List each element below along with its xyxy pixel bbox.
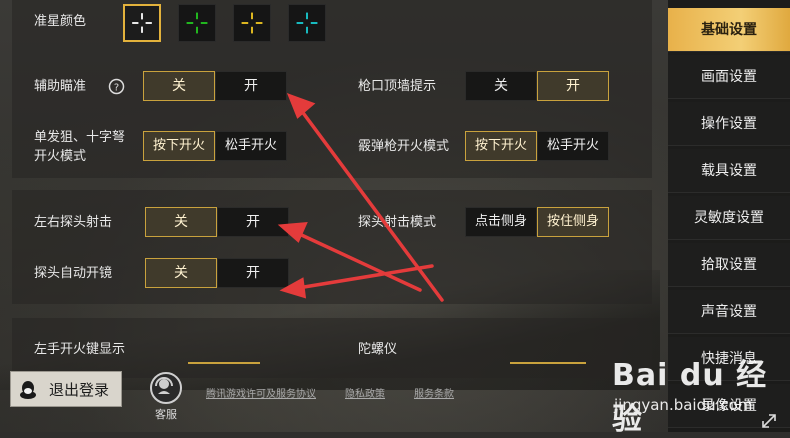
sidebar-item-graphics[interactable]: 画面设置	[668, 55, 790, 99]
peek-scope-label: 探头自动开镜	[34, 266, 113, 281]
left-fire-label: 左手开火键显示	[34, 342, 126, 357]
sniper-release-fire-button[interactable]: 松手开火	[215, 131, 287, 161]
peek-mode-toggle: 点击侧身 按住侧身	[465, 207, 609, 237]
peek-tap-lean-button[interactable]: 点击侧身	[465, 207, 537, 237]
sidebar-item-vehicle[interactable]: 载具设置	[668, 149, 790, 193]
aim-assist-toggle: 关 开	[143, 71, 287, 101]
watermark-sub-text: jingyan.baidu.com	[614, 396, 753, 414]
shotgun-fire-label: 霰弹枪开火模式	[358, 139, 450, 154]
aim-assist-label: 辅助瞄准	[34, 79, 87, 94]
customer-service-label: 客服	[155, 408, 177, 421]
peek-fire-toggle: 关 开	[145, 207, 289, 237]
crosshair-icon	[186, 12, 208, 34]
logout-label: 退出登录	[49, 381, 110, 399]
shotgun-release-fire-button[interactable]: 松手开火	[537, 131, 609, 161]
crosshair-color-white[interactable]	[123, 4, 161, 42]
sidebar-item-sound[interactable]: 声音设置	[668, 290, 790, 334]
crosshair-icon	[132, 13, 152, 33]
peek-fire-label: 左右探头射击	[34, 215, 113, 230]
sidebar-item-sensitivity[interactable]: 灵敏度设置	[668, 196, 790, 240]
customer-service-button[interactable]: 客服	[144, 372, 188, 421]
terms-link[interactable]: 服务条款	[414, 385, 454, 400]
peek-hold-lean-button[interactable]: 按住侧身	[537, 207, 609, 237]
crosshair-color-label: 准星颜色	[34, 14, 87, 29]
crosshair-icon	[296, 12, 318, 34]
peek-fire-on-button[interactable]: 开	[217, 207, 289, 237]
sidebar-item-basic[interactable]: 基础设置	[668, 8, 790, 52]
sidebar-item-controls[interactable]: 操作设置	[668, 102, 790, 146]
peek-scope-toggle: 关 开	[145, 258, 289, 288]
sidebar-item-pickup[interactable]: 拾取设置	[668, 243, 790, 287]
crosshair-color-yellow[interactable]	[233, 4, 271, 42]
watermark-main-text: Bai du 经验	[612, 358, 768, 437]
gyro-toggle-edge[interactable]	[510, 362, 586, 364]
shotgun-press-fire-button[interactable]: 按下开火	[465, 131, 537, 161]
qq-penguin-icon	[20, 381, 36, 399]
sniper-fire-toggle: 按下开火 松手开火	[143, 131, 287, 161]
sniper-press-fire-button[interactable]: 按下开火	[143, 131, 215, 161]
headset-icon	[150, 372, 182, 404]
privacy-link[interactable]: 隐私政策	[345, 385, 385, 400]
peek-mode-label: 探头射击模式	[358, 215, 437, 230]
aim-assist-on-button[interactable]: 开	[215, 71, 287, 101]
baidu-watermark: Bai du 经验 jingyan.baidu.com	[612, 350, 782, 437]
crosshair-icon	[241, 12, 263, 34]
crosshair-color-green[interactable]	[178, 4, 216, 42]
shotgun-fire-toggle: 按下开火 松手开火	[465, 131, 609, 161]
peek-scope-off-button[interactable]: 关	[145, 258, 217, 288]
aim-assist-off-button[interactable]: 关	[143, 71, 215, 101]
gyro-label: 陀螺仪	[358, 342, 398, 357]
help-icon[interactable]: ?	[108, 78, 125, 95]
expand-icon[interactable]	[760, 412, 778, 430]
crosshair-color-cyan[interactable]	[288, 4, 326, 42]
peek-fire-off-button[interactable]: 关	[145, 207, 217, 237]
left-fire-toggle-edge[interactable]	[188, 362, 260, 364]
logout-button[interactable]: 退出登录	[10, 371, 122, 407]
peek-scope-on-button[interactable]: 开	[217, 258, 289, 288]
muzzle-wall-on-button[interactable]: 开	[537, 71, 609, 101]
muzzle-wall-toggle: 关 开	[465, 71, 609, 101]
muzzle-wall-label: 枪口顶墙提示	[358, 79, 437, 94]
muzzle-wall-off-button[interactable]: 关	[465, 71, 537, 101]
svg-text:?: ?	[114, 83, 119, 94]
sniper-fire-label: 单发狙、十字弩 开火模式	[34, 130, 126, 164]
license-link[interactable]: 腾讯游戏许可及服务协议	[206, 385, 316, 400]
